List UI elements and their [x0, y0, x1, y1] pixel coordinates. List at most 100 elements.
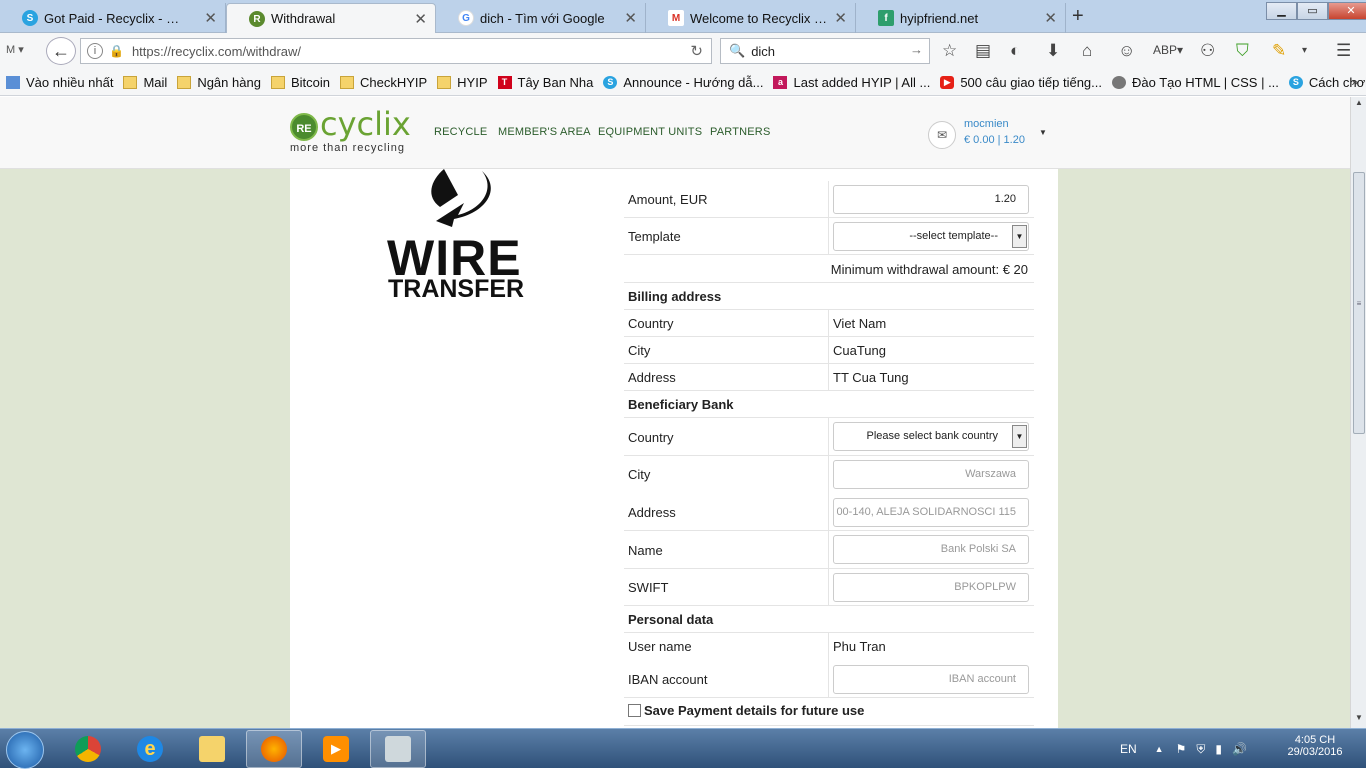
search-bar[interactable]: 🔍 dich →: [720, 38, 930, 64]
taskbar-chrome[interactable]: [60, 730, 116, 768]
taskbar-calculator[interactable]: [370, 730, 426, 768]
pencil-icon[interactable]: ✎: [1272, 41, 1286, 61]
tab-hyipfriend[interactable]: f hyipfriend.net ✕: [856, 3, 1066, 33]
profile-icon[interactable]: ⚇: [1200, 41, 1215, 61]
hamburger-menu-icon[interactable]: ☰: [1336, 41, 1351, 61]
bookmark-item[interactable]: Mail: [123, 75, 167, 90]
nav-equipment-units[interactable]: EQUIPMENT UNITS: [598, 126, 702, 138]
personal-data-heading: Personal data: [628, 612, 714, 627]
new-tab-button[interactable]: +: [1072, 5, 1084, 28]
bookmark-item[interactable]: HYIP: [437, 75, 488, 90]
mail-button[interactable]: ✉: [928, 121, 956, 149]
row-divider: [828, 337, 829, 363]
tab-label: Welcome to Recyclix - ruo...: [690, 10, 830, 26]
save-details-checkbox[interactable]: [628, 704, 641, 717]
logo-badge[interactable]: RE: [290, 113, 318, 141]
template-label: Template: [628, 229, 681, 244]
clock[interactable]: 4:05 CH 29/03/2016: [1280, 734, 1350, 758]
bookmark-label: Tây Ban Nha: [517, 74, 594, 90]
close-tab-icon[interactable]: ✕: [204, 9, 217, 27]
system-tray: EN ▲ ⚑ ⛨ ▮ 🔊: [1120, 729, 1247, 769]
bank-address-input[interactable]: 00-140, ALEJA SOLIDARNOSCI 115: [833, 498, 1029, 527]
swift-input[interactable]: BPKOPLPW: [833, 573, 1029, 602]
amount-input[interactable]: 1.20: [833, 185, 1029, 214]
bookmark-item[interactable]: T Tây Ban Nha: [497, 74, 594, 90]
taskbar-explorer[interactable]: [184, 730, 240, 768]
bookmarks-overflow-icon[interactable]: »: [1351, 75, 1358, 89]
search-input[interactable]: dich: [751, 44, 775, 59]
info-icon[interactable]: i: [87, 43, 103, 59]
scroll-down-icon[interactable]: ▼: [1352, 713, 1366, 727]
row-divider: [828, 364, 829, 390]
chevron-down-icon[interactable]: ▼: [1012, 225, 1027, 248]
home-icon[interactable]: ⌂: [1082, 41, 1092, 61]
bookmark-item[interactable]: Ngân hàng: [177, 75, 261, 90]
vertical-scrollbar[interactable]: ▲ ≡ ▼: [1350, 97, 1366, 728]
bank-name-input[interactable]: Bank Polski SA: [833, 535, 1029, 564]
folder-icon: [437, 75, 452, 89]
close-tab-icon[interactable]: ✕: [414, 10, 427, 28]
menu-m-icon[interactable]: M ▾: [6, 43, 24, 56]
bookmark-item[interactable]: Đào Tạo HTML | CSS | ...: [1112, 75, 1279, 90]
balance-text[interactable]: € 0.00 | 1.20: [964, 134, 1025, 146]
tray-expand-icon[interactable]: ▲: [1155, 744, 1164, 754]
signal-icon[interactable]: ▮: [1215, 742, 1222, 756]
logo-text[interactable]: cyclix: [320, 105, 411, 143]
tab-withdrawal[interactable]: R Withdrawal ✕: [226, 3, 436, 33]
maximize-button[interactable]: ▭: [1297, 2, 1328, 20]
billing-country-value: Viet Nam: [833, 316, 887, 331]
star-icon[interactable]: ☆: [942, 41, 957, 61]
iban-input[interactable]: IBAN account: [833, 665, 1029, 694]
taskbar-firefox[interactable]: [246, 730, 302, 768]
scroll-up-icon[interactable]: ▲: [1352, 98, 1366, 112]
network-error-icon[interactable]: ⚑: [1176, 742, 1187, 756]
taskbar-ie[interactable]: e: [122, 730, 178, 768]
close-tab-icon[interactable]: ✕: [834, 9, 847, 27]
bookmark-item[interactable]: Vào nhiều nhất: [6, 75, 113, 90]
minimize-button[interactable]: ▁: [1266, 2, 1297, 20]
taskbar-media-player[interactable]: ▶: [308, 730, 364, 768]
username-link[interactable]: mocmien: [964, 118, 1009, 130]
bookmark-item[interactable]: ▶ 500 câu giao tiếp tiếng...: [940, 75, 1102, 90]
close-tab-icon[interactable]: ✕: [1044, 9, 1057, 27]
arrow-right-icon[interactable]: →: [910, 42, 923, 57]
back-button[interactable]: ←: [46, 37, 76, 65]
caret-down-icon[interactable]: ▼: [1039, 128, 1047, 137]
nav-members-area[interactable]: MEMBER'S AREA: [498, 126, 591, 138]
chat-icon[interactable]: ☺: [1118, 41, 1135, 61]
chevron-down-icon[interactable]: ▼: [1012, 425, 1027, 448]
start-button[interactable]: [6, 731, 44, 769]
template-select[interactable]: --select template-- ▼: [833, 222, 1029, 251]
shield-icon[interactable]: ⛉: [1236, 41, 1249, 61]
reading-list-icon[interactable]: ▤: [975, 41, 991, 61]
bank-city-input[interactable]: Warszawa: [833, 460, 1029, 489]
save-details-label[interactable]: Save Payment details for future use: [644, 703, 864, 718]
bookmark-item[interactable]: a Last added HYIP | All ...: [773, 75, 930, 90]
tab-got-paid[interactable]: S Got Paid - Recyclix - Recycl... ✕: [0, 3, 226, 33]
tab-gmail[interactable]: M Welcome to Recyclix - ruo... ✕: [646, 3, 856, 33]
url-bar[interactable]: i 🔒 https://recyclix.com/withdraw/ ↻: [80, 38, 712, 64]
folder-icon: [123, 75, 138, 89]
security-icon[interactable]: ⛨: [1196, 742, 1205, 757]
bookmark-item[interactable]: S Announce - Hướng dẫ...: [603, 75, 763, 90]
nav-partners[interactable]: PARTNERS: [710, 126, 770, 138]
nav-recycle[interactable]: RECYCLE: [434, 126, 487, 138]
bank-country-select[interactable]: Please select bank country ▼: [833, 422, 1029, 451]
url-text[interactable]: https://recyclix.com/withdraw/: [132, 44, 301, 59]
scroll-thumb[interactable]: ≡: [1353, 172, 1365, 434]
gmail-icon: M: [668, 10, 684, 26]
download-icon[interactable]: ⬇: [1046, 41, 1060, 61]
close-window-button[interactable]: ✕: [1328, 2, 1366, 20]
volume-icon[interactable]: 🔊: [1232, 742, 1247, 756]
pocket-icon[interactable]: ◐: [1010, 41, 1020, 61]
bookmark-item[interactable]: Bitcoin: [270, 75, 330, 90]
language-indicator[interactable]: EN: [1120, 742, 1137, 756]
bank-city-label: City: [628, 467, 651, 482]
close-tab-icon[interactable]: ✕: [624, 9, 637, 27]
tab-google[interactable]: G dich - Tìm với Google ✕: [436, 3, 646, 33]
t-icon: T: [497, 75, 512, 89]
chevron-down-icon[interactable]: ▾: [1302, 45, 1307, 56]
adblock-icon[interactable]: ABP▾: [1153, 43, 1183, 57]
reload-icon[interactable]: ↻: [690, 42, 703, 60]
bookmark-item[interactable]: CheckHYIP: [339, 75, 427, 90]
